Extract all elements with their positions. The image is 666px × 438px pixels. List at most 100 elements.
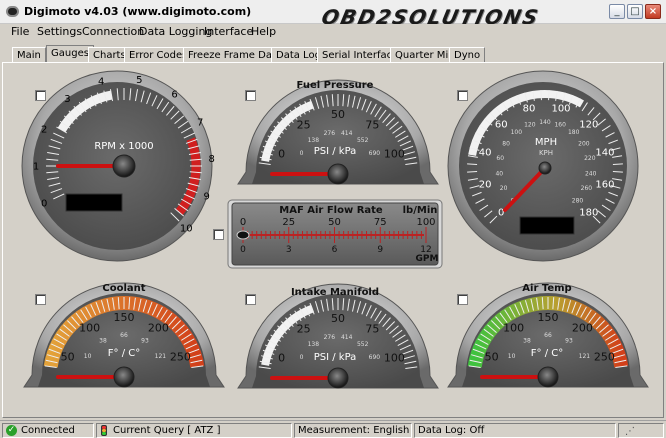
coolant-title: Coolant: [102, 283, 145, 294]
rpm-tick-label: 3: [64, 94, 70, 105]
status-query: Current Query [ ATZ ]: [96, 423, 292, 438]
status-connection: ✓ Connected: [2, 423, 94, 438]
gauge-canvas: 01234 5678910 RPM x 1000 020406080 1001201…: [21, 70, 649, 389]
speed-tick-label: 140: [595, 148, 614, 159]
maf-gauge: MAF Air Flow Rate lb/Min GPM 0 25 50 75 100 0…: [227, 199, 443, 269]
status-query-text: Current Query [ ATZ ]: [113, 425, 221, 436]
im-inner-label: 276: [324, 334, 336, 341]
maf-top-label: 25: [282, 217, 295, 228]
co-inner-label: 66: [120, 332, 128, 339]
at-tick-label: 250: [594, 350, 615, 363]
air-temp-gauge: Air Temp 50 100 150 200 250 10 38 66 93 121 F° / …: [447, 282, 649, 388]
speed-sub-label: KPH: [539, 149, 553, 157]
rpm-tick-label: 10: [180, 224, 193, 235]
speed-tick-label: 80: [523, 104, 536, 115]
speed-hub: [538, 161, 552, 175]
coolant-unit-label: F° / C°: [108, 348, 140, 359]
co-tick-label: 100: [79, 322, 100, 335]
rpm-tick-label: 5: [136, 75, 142, 86]
rpm-tick-label: 8: [209, 154, 215, 165]
fp-inner-label: 138: [308, 137, 320, 144]
maf-indicator: [236, 230, 250, 240]
resize-grip-icon[interactable]: ⋰: [625, 425, 635, 437]
at-inner-label: 66: [544, 332, 552, 339]
speed-inner-label: 120: [524, 122, 536, 129]
co-tick-label: 250: [170, 350, 191, 363]
maf-top-label: 50: [328, 217, 341, 228]
air-temp-hub: [537, 366, 559, 388]
co-inner-label: 93: [141, 338, 149, 345]
im-inner-label: 690: [369, 354, 381, 361]
maf-bottom-label: 3: [286, 245, 292, 255]
air-temp-unit-label: F° / C°: [531, 348, 563, 359]
co-tick-label: 50: [61, 350, 75, 363]
speed-inner-label: 80: [502, 141, 510, 148]
rpm-tick-label: 6: [171, 89, 177, 100]
maf-top-label: 100: [416, 217, 435, 228]
rpm-gauge: 0 1 2 3 4 5 6 7 8 9 10 RPM x 1000: [21, 70, 215, 262]
rpm-tick-label: 2: [41, 124, 47, 135]
traffic-light-icon: [101, 425, 107, 436]
at-tick-label: 100: [503, 322, 524, 335]
status-data-log: Data Log: Off: [414, 423, 616, 438]
status-bar: ✓ Connected Current Query [ ATZ ] Measur…: [0, 420, 666, 438]
fp-tick-label: 75: [365, 119, 379, 132]
im-inner-label: 0: [300, 354, 304, 361]
speed-tick-label: 40: [479, 148, 492, 159]
fp-inner-label: 690: [369, 150, 381, 157]
speed-inner-label: 140: [539, 119, 551, 126]
at-inner-label: 10: [508, 353, 516, 360]
connected-check-icon: ✓: [6, 425, 17, 436]
speed-inner-label: 160: [554, 122, 566, 129]
maf-title: MAF Air Flow Rate: [279, 205, 383, 216]
maf-bottom-label: 12: [420, 245, 431, 255]
maf-bottom-label: 6: [332, 245, 338, 255]
coolant-gauge: Coolant 50 100 150 200 250 10 38 66 93 121 F° / C…: [23, 282, 225, 388]
fp-tick-label: 25: [297, 119, 311, 132]
rpm-digital-readout: [65, 193, 123, 212]
im-tick-label: 25: [297, 323, 311, 336]
im-tick-label: 0: [278, 351, 285, 364]
speed-digital-readout: [519, 216, 575, 235]
co-inner-label: 38: [99, 338, 107, 345]
co-tick-label: 200: [148, 322, 169, 335]
maf-bottom-label: 0: [240, 245, 246, 255]
speed-tick-label: 160: [595, 180, 614, 191]
fp-inner-label: 414: [341, 130, 353, 137]
co-inner-label: 121: [155, 353, 167, 360]
intake-manifold-title: Intake Manifold: [291, 287, 379, 298]
maf-bottom-label: 9: [377, 245, 383, 255]
speed-tick-label: 60: [495, 120, 508, 131]
speed-inner-label: 60: [496, 155, 504, 162]
speed-tick: [467, 171, 478, 173]
intake-manifold-hub: [327, 367, 349, 389]
at-tick-label: 200: [572, 322, 593, 335]
fp-tick-label: 100: [384, 147, 405, 160]
co-tick-label: 150: [114, 311, 135, 324]
fuel-pressure-hub: [327, 163, 349, 185]
speed-unit-label: MPH: [535, 137, 557, 148]
speed-tick: [467, 163, 478, 165]
speed-inner-label: 100: [511, 129, 523, 136]
speed-gauge: 0204060801001201401601800204060801001201…: [447, 70, 639, 262]
intake-manifold-unit-label: PSI / kPa: [314, 352, 357, 363]
fp-inner-label: 276: [324, 130, 336, 137]
speed-tick: [612, 171, 623, 173]
co-inner-label: 10: [84, 353, 92, 360]
speed-tick-label: 20: [479, 180, 492, 191]
fp-tick-label: 50: [331, 108, 345, 121]
speed-tick-label: 120: [579, 120, 598, 131]
im-inner-label: 552: [357, 341, 369, 348]
speed-inner-label: 20: [500, 185, 508, 192]
speed-tick: [540, 90, 542, 101]
im-inner-label: 138: [308, 341, 320, 348]
status-extra-pane: ⋰: [618, 423, 664, 438]
rpm-tick-label: 9: [204, 192, 210, 203]
at-tick-label: 50: [485, 350, 499, 363]
speed-tick: [612, 163, 623, 165]
status-measurement: Measurement: English: [294, 423, 412, 438]
speed-tick: [548, 90, 550, 101]
at-inner-label: 93: [565, 338, 573, 345]
maf-unit-top: lb/Min: [403, 205, 438, 216]
intake-manifold-gauge: Intake Manifold 0 25 50 75 100 0 138 276 414 5526…: [237, 283, 439, 389]
